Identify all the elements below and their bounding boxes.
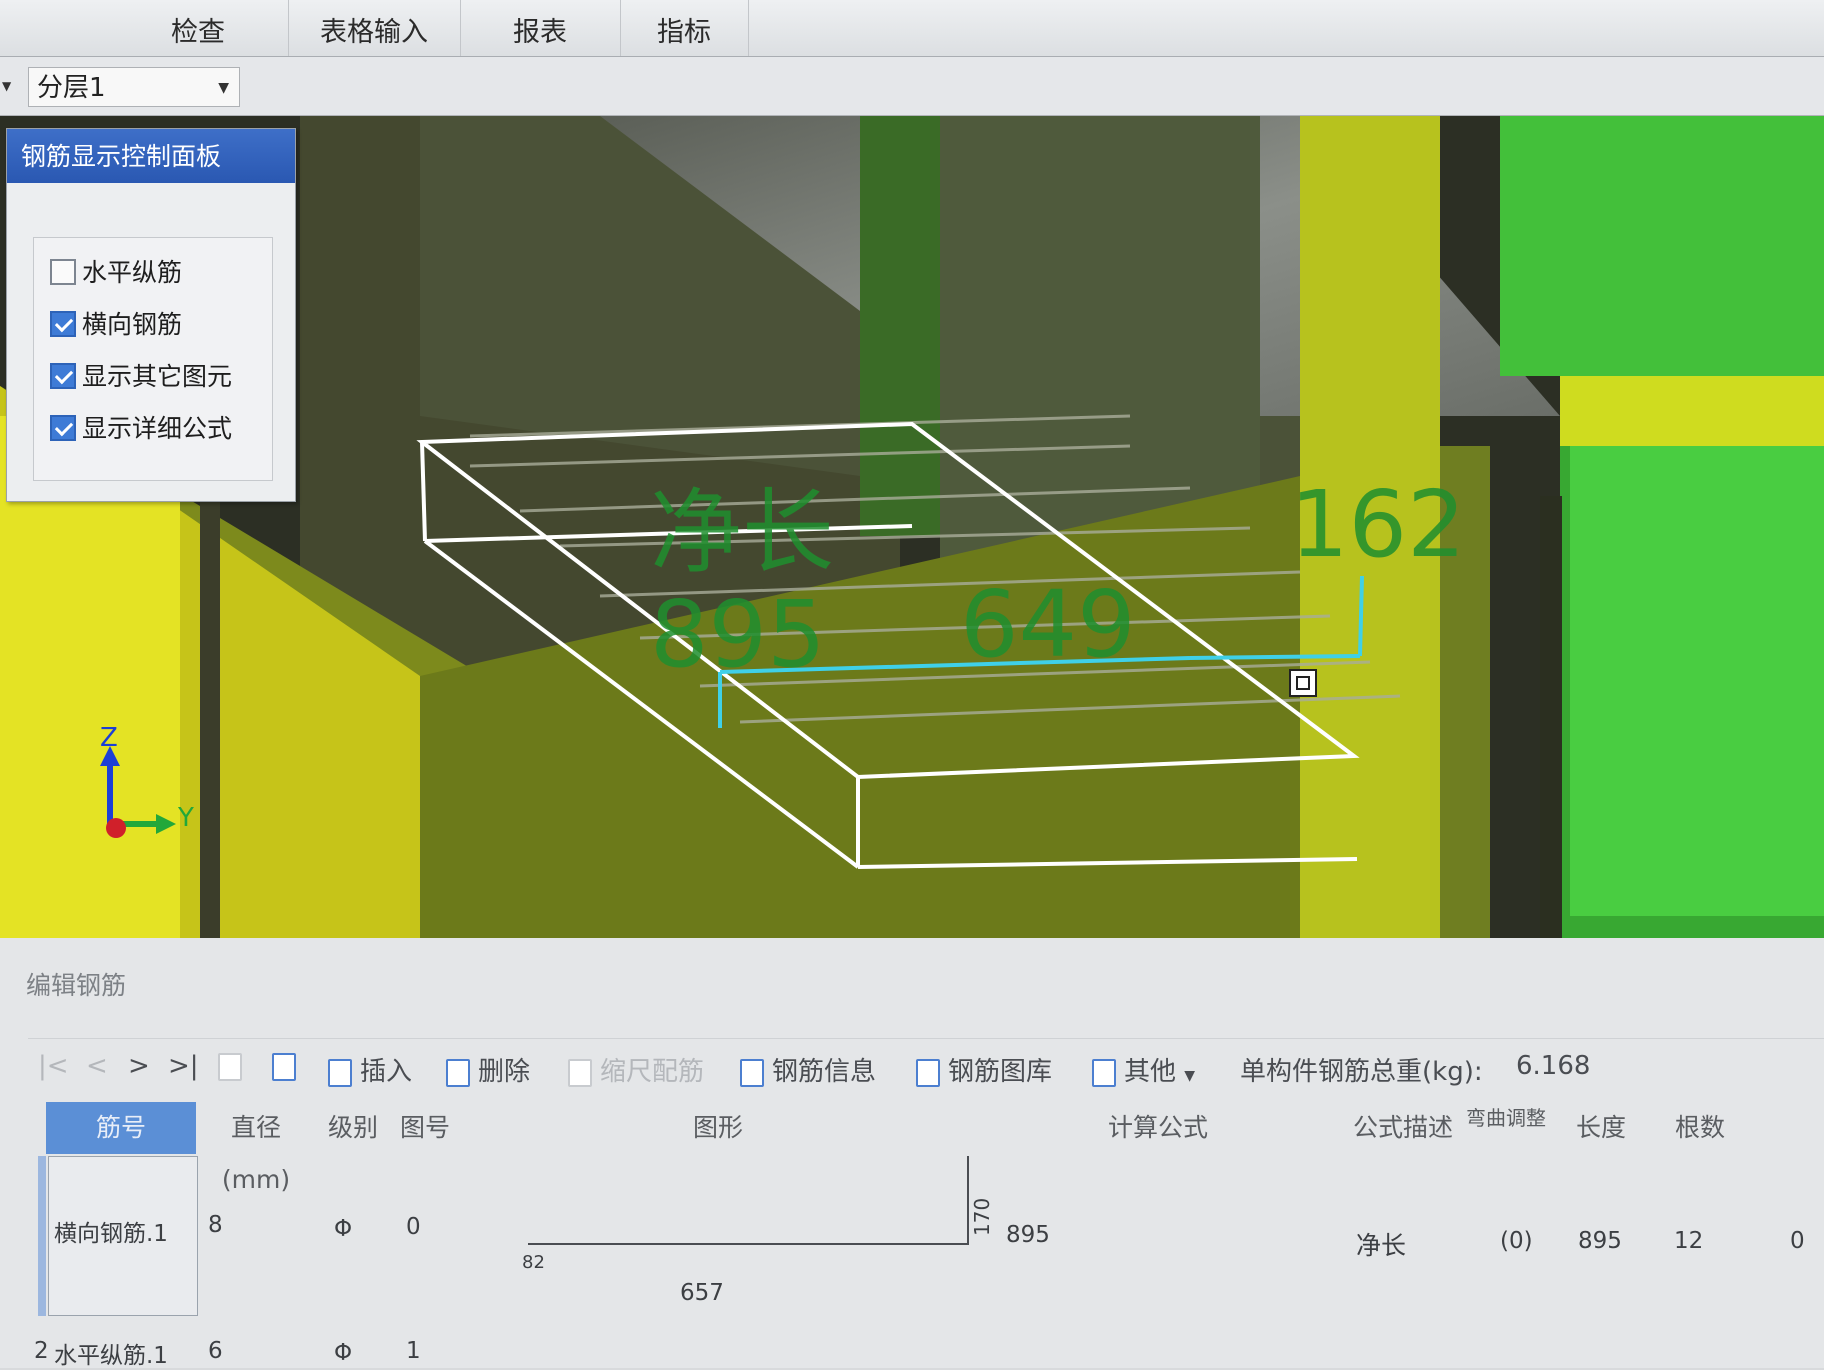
option-show-detailed-formula[interactable]: 显示详细公式 bbox=[50, 412, 232, 446]
delete-button[interactable]: 删除 bbox=[446, 1051, 530, 1088]
scale-rebar-icon bbox=[568, 1058, 592, 1087]
shape-dim-vertical: 170 bbox=[970, 1197, 994, 1236]
total-weight-value: 6.168 bbox=[1516, 1051, 1591, 1081]
layer-dropdown[interactable]: 分层1 ▼ bbox=[28, 67, 240, 107]
table-row[interactable]: 2 水平纵筋.1 6 Φ 1 bbox=[34, 1328, 1824, 1369]
column-bend-adjust[interactable]: 弯曲调整 bbox=[1458, 1102, 1554, 1158]
row-count[interactable]: 12 bbox=[1674, 1228, 1703, 1254]
row-formula-desc[interactable]: 净长 bbox=[1356, 1226, 1406, 1262]
delete-icon bbox=[446, 1058, 470, 1087]
tab-check[interactable]: 检查 bbox=[108, 0, 289, 56]
row-bend-adjust[interactable]: (0) bbox=[1500, 1228, 1533, 1254]
checkbox-show-other-elements[interactable] bbox=[50, 363, 76, 389]
column-count[interactable]: 根数 bbox=[1650, 1102, 1750, 1154]
chevron-down-icon: ▼ bbox=[1184, 1068, 1196, 1084]
column-bar-no[interactable]: 筋号 bbox=[46, 1102, 196, 1154]
row-grade[interactable]: Φ bbox=[334, 1216, 352, 1242]
nav-last-button[interactable]: >| bbox=[168, 1051, 199, 1081]
option-label: 显示其它图元 bbox=[82, 362, 233, 391]
row-selector[interactable] bbox=[38, 1156, 46, 1316]
insert-icon bbox=[328, 1058, 352, 1087]
move-up-icon bbox=[218, 1052, 242, 1081]
menu-bar: 检查 表格输入 报表 指标 bbox=[0, 0, 1824, 57]
document-icon bbox=[740, 1058, 764, 1087]
rebar-shape-diagram bbox=[528, 1156, 969, 1245]
column-formula-desc[interactable]: 公式描述 bbox=[1348, 1102, 1458, 1154]
row-formula[interactable]: 895 bbox=[1006, 1222, 1050, 1248]
tab-report[interactable]: 报表 bbox=[460, 0, 621, 56]
checkbox-transverse-bars[interactable] bbox=[50, 311, 76, 337]
column-shape[interactable]: 图形 bbox=[468, 1102, 968, 1154]
checkbox-show-detailed-formula[interactable] bbox=[50, 415, 76, 441]
scale-rebar-button[interactable]: 缩尺配筋 bbox=[568, 1051, 704, 1088]
tab-table-input[interactable]: 表格输入 bbox=[288, 0, 461, 56]
column-formula[interactable]: 计算公式 bbox=[968, 1102, 1348, 1154]
axis-z-label: Z bbox=[100, 723, 118, 753]
table-row[interactable]: 横向钢筋.1 8 Φ 0 82 657 170 895 净长 (0) 895 1… bbox=[38, 1156, 1824, 1316]
edit-rebar-panel: 编辑钢筋 |< < > >| 插入 删除 缩尺配筋 钢筋信息 钢筋图库 其他 ▼… bbox=[0, 938, 1824, 1369]
rebar-toolbar: |< < > >| 插入 删除 缩尺配筋 钢筋信息 钢筋图库 其他 ▼ 单构件钢… bbox=[28, 1038, 1824, 1097]
edit-rebar-title: 编辑钢筋 bbox=[26, 971, 127, 1000]
dropdown-arrow-icon[interactable]: ▼ bbox=[2, 79, 11, 93]
net-length-annotation: 净长 bbox=[650, 479, 834, 586]
nav-prev-button[interactable]: < bbox=[86, 1051, 108, 1081]
row-diameter[interactable]: 6 bbox=[208, 1338, 223, 1364]
row-figure-no[interactable]: 1 bbox=[406, 1338, 421, 1364]
option-label: 显示详细公式 bbox=[82, 414, 233, 443]
total-weight-label: 单构件钢筋总重(kg): bbox=[1240, 1057, 1483, 1087]
layer-dropdown-value: 分层1 bbox=[37, 73, 106, 103]
option-transverse-bars[interactable]: 横向钢筋 bbox=[50, 308, 182, 342]
nav-next-button[interactable]: > bbox=[128, 1051, 150, 1081]
layer-toolbar: ▼ 分层1 ▼ bbox=[0, 57, 1824, 116]
shape-dim-left: 82 bbox=[522, 1252, 545, 1273]
other-icon bbox=[1092, 1058, 1116, 1087]
row-grade[interactable]: Φ bbox=[334, 1340, 352, 1366]
column-diameter[interactable]: 直径(mm) bbox=[198, 1102, 314, 1194]
option-horizontal-long-bars[interactable]: 水平纵筋 bbox=[50, 256, 182, 290]
dimension-162: 162 bbox=[1290, 471, 1466, 578]
row-extra[interactable]: 0 bbox=[1790, 1228, 1805, 1254]
dimension-895: 895 bbox=[650, 581, 826, 688]
row-length[interactable]: 895 bbox=[1578, 1228, 1622, 1254]
display-options-group: 水平纵筋 横向钢筋 显示其它图元 显示详细公式 bbox=[33, 237, 273, 481]
column-grade[interactable]: 级别 bbox=[318, 1102, 388, 1154]
rebar-library-button[interactable]: 钢筋图库 bbox=[916, 1051, 1052, 1088]
library-icon bbox=[916, 1058, 940, 1087]
option-show-other-elements[interactable]: 显示其它图元 bbox=[50, 360, 232, 394]
option-label: 横向钢筋 bbox=[82, 310, 183, 339]
row-diameter[interactable]: 8 bbox=[208, 1212, 223, 1238]
control-panel-title[interactable]: 钢筋显示控制面板 bbox=[7, 129, 295, 183]
shape-dim-horizontal: 657 bbox=[680, 1280, 724, 1306]
row-bar-no: 水平纵筋.1 bbox=[54, 1343, 168, 1369]
column-length[interactable]: 长度 bbox=[1556, 1102, 1646, 1154]
option-label: 水平纵筋 bbox=[82, 258, 183, 287]
row-figure-no[interactable]: 0 bbox=[406, 1214, 421, 1240]
grip-marker-icon[interactable] bbox=[1289, 669, 1317, 697]
move-down-button[interactable] bbox=[272, 1051, 304, 1081]
rebar-display-control-panel: 钢筋显示控制面板 水平纵筋 横向钢筋 显示其它图元 显示详细公式 bbox=[6, 128, 296, 502]
row-bar-no: 横向钢筋.1 bbox=[54, 1221, 168, 1247]
move-down-icon bbox=[272, 1052, 296, 1081]
insert-button[interactable]: 插入 bbox=[328, 1051, 412, 1088]
dimension-649: 649 bbox=[960, 571, 1136, 678]
other-menu-button[interactable]: 其他 ▼ bbox=[1092, 1051, 1195, 1088]
chevron-down-icon: ▼ bbox=[218, 80, 229, 96]
column-figure-no[interactable]: 图号 bbox=[390, 1102, 460, 1154]
rebar-table: 筋号 直径(mm) 级别 图号 图形 计算公式 公式描述 弯曲调整 长度 根数 … bbox=[34, 1102, 1824, 1369]
nav-first-button[interactable]: |< bbox=[38, 1051, 69, 1081]
row-index: 2 bbox=[34, 1338, 49, 1364]
move-up-button[interactable] bbox=[218, 1051, 250, 1081]
rebar-info-button[interactable]: 钢筋信息 bbox=[740, 1051, 876, 1088]
axis-y-label: Y bbox=[177, 803, 194, 833]
tab-indicator[interactable]: 指标 bbox=[620, 0, 749, 56]
checkbox-horizontal-long-bars[interactable] bbox=[50, 259, 76, 285]
